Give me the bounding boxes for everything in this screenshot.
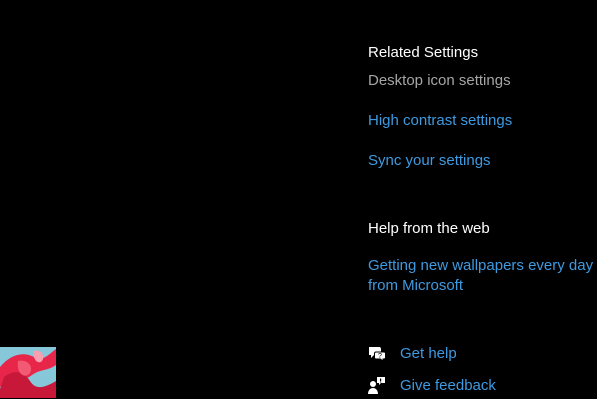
wallpapers-help-link[interactable]: Getting new wallpapers every day from Mi… [368,256,597,296]
give-feedback-label: Give feedback [400,376,496,394]
wallpaper-preview-thumbnail [0,347,56,398]
svg-text:?: ? [378,353,382,360]
feedback-person-icon [368,376,386,394]
high-contrast-settings-link[interactable]: High contrast settings [368,112,512,129]
give-feedback-button[interactable]: Give feedback [368,375,496,395]
get-help-label: Get help [400,344,457,362]
help-from-web-heading: Help from the web [368,220,490,237]
chat-help-icon: ? [368,344,386,363]
get-help-button[interactable]: ? Get help [368,343,457,363]
related-settings-heading: Related Settings [368,44,479,61]
settings-side-panel: Related Settings Desktop icon settings H… [368,0,597,398]
desktop-icon-settings-link: Desktop icon settings [368,72,511,89]
sync-settings-link[interactable]: Sync your settings [368,152,491,169]
